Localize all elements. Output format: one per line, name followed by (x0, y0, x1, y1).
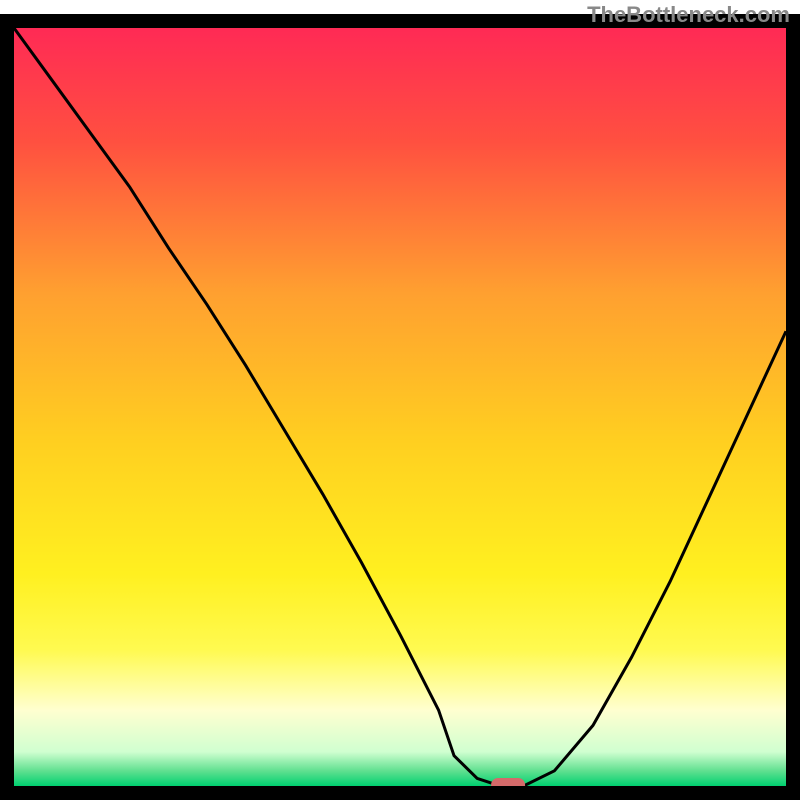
chart-svg (0, 0, 800, 800)
plot-background (14, 28, 786, 786)
watermark-text: TheBottleneck.com (587, 2, 790, 28)
bottleneck-chart: TheBottleneck.com (0, 0, 800, 800)
